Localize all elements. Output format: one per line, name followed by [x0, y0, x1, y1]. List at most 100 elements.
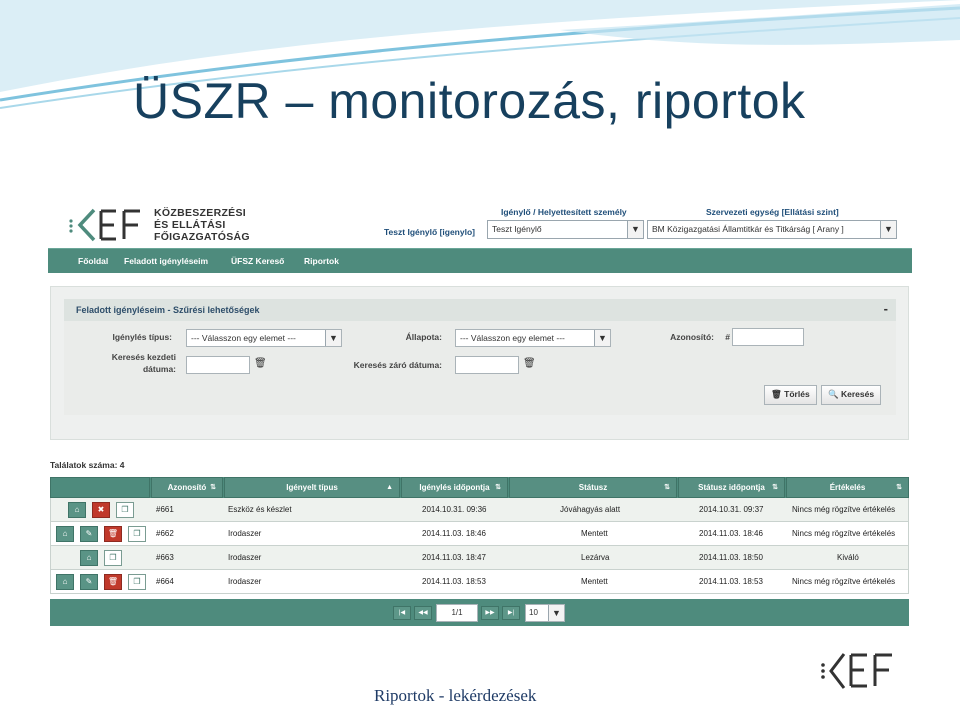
- copy-icon[interactable]: ❐: [104, 550, 122, 566]
- nav-ufsz-search[interactable]: ÜFSZ Kereső: [231, 256, 284, 266]
- id-prefix: #: [725, 332, 730, 342]
- slide-footer: Riportok - lekérdezések: [374, 686, 537, 705]
- role-label: Igénylő / Helyettesített személy: [501, 207, 627, 217]
- trash-icon[interactable]: 🗑: [523, 358, 536, 369]
- kef-logo-icon: [69, 208, 140, 242]
- copy-icon[interactable]: ❐: [128, 526, 146, 542]
- pagination-bar: |◀ ◀◀ 1/1 ▶▶ ▶| 10 ▼: [50, 599, 909, 626]
- sort-icon: ⇅: [664, 484, 670, 491]
- copy-icon[interactable]: ❐: [116, 502, 134, 518]
- nav-my-requests[interactable]: Feladott igényléseim: [124, 256, 208, 266]
- row-status: Mentett: [581, 529, 608, 538]
- state-select[interactable]: --- Válasszon egy elemet --- ▼: [455, 329, 611, 347]
- slide-title: ÜSZR – monitorozás, riportok: [133, 73, 806, 129]
- row-type: Irodaszer: [228, 577, 262, 586]
- first-page-icon[interactable]: |◀: [393, 606, 411, 620]
- column-id[interactable]: Azonosító ⇅: [151, 477, 223, 498]
- row-status: Mentett: [581, 577, 608, 586]
- role-select[interactable]: Teszt Igénylő ▼: [487, 220, 644, 239]
- close-icon[interactable]: ✖: [92, 502, 110, 518]
- table-row[interactable]: ⌂ ❐ #663 Irodaszer 2014.11.03. 18:47 Lez…: [50, 546, 909, 570]
- filter-panel-header: Feladott igényléseim - Szűrési lehetőség…: [64, 299, 896, 321]
- table-row[interactable]: ⌂ ✖ ❐ #661 Eszköz és készlet 2014.10.31.…: [50, 498, 909, 522]
- app-header: KÖZBESZERZÉSI ÉS ELLÁTÁSI FŐIGAZGATÓSÁG …: [48, 198, 912, 248]
- row-status-date: 2014.11.03. 18:46: [699, 529, 763, 538]
- nav-reports[interactable]: Riportok: [304, 256, 339, 266]
- id-input[interactable]: [732, 328, 804, 346]
- edit-icon[interactable]: ✎: [80, 574, 98, 590]
- prev-page-icon[interactable]: ◀◀: [414, 606, 432, 620]
- row-type: Irodaszer: [228, 529, 262, 538]
- row-id: #661: [156, 505, 174, 514]
- main-navbar: Főoldal Feladott igényléseim ÜFSZ Kereső…: [48, 248, 912, 273]
- agency-name: KÖZBESZERZÉSI ÉS ELLÁTÁSI FŐIGAZGATÓSÁG: [154, 207, 250, 243]
- column-status-date[interactable]: Státusz időpontja ⇅: [678, 477, 785, 498]
- row-rating: Nincs még rögzítve értékelés: [792, 505, 896, 514]
- home-icon[interactable]: ⌂: [68, 502, 86, 518]
- last-page-icon[interactable]: ▶|: [502, 606, 520, 620]
- row-id: #663: [156, 553, 174, 562]
- kef-logo-icon: [821, 653, 892, 689]
- chevron-down-icon: ▼: [325, 330, 341, 346]
- sort-icon: ⇅: [896, 484, 902, 491]
- end-date-input[interactable]: [455, 356, 519, 374]
- state-label: Állapota:: [405, 332, 442, 342]
- row-status-date: 2014.10.31. 09:37: [699, 505, 764, 514]
- trash-icon[interactable]: 🗑: [254, 358, 267, 369]
- copy-icon[interactable]: ❐: [128, 574, 146, 590]
- column-rating[interactable]: Értékelés ⇅: [786, 477, 909, 498]
- table-row[interactable]: ⌂ ✎ 🗑 ❐ #664 Irodaszer 2014.11.03. 18:53…: [50, 570, 909, 594]
- sort-asc-icon: ▲: [386, 484, 393, 491]
- home-icon[interactable]: ⌂: [80, 550, 98, 566]
- home-icon[interactable]: ⌂: [56, 526, 74, 542]
- column-actions: [50, 477, 150, 498]
- row-rating: Nincs még rögzítve értékelés: [792, 529, 896, 538]
- id-label: Azonosító:: [670, 332, 714, 342]
- sort-icon: ⇅: [772, 484, 778, 491]
- row-date: 2014.11.03. 18:47: [422, 553, 486, 562]
- row-type: Eszköz és készlet: [228, 505, 292, 514]
- clear-button[interactable]: 🗑 Törlés: [764, 385, 817, 405]
- page-size-select[interactable]: 10 ▼: [525, 604, 565, 622]
- home-icon[interactable]: ⌂: [56, 574, 74, 590]
- column-request-date[interactable]: Igénylés időpontja ⇅: [401, 477, 508, 498]
- unit-select[interactable]: BM Közigazgatási Államtitkár és Titkársá…: [647, 220, 897, 239]
- chevron-down-icon: ▼: [880, 221, 896, 238]
- results-table: Azonosító ⇅ Igényelt típus ▲ Igénylés időp…: [50, 477, 909, 594]
- current-user: Teszt Igénylő [igenylo]: [384, 227, 475, 237]
- type-label: Igénylés típus:: [112, 332, 172, 342]
- sort-icon: ⇅: [495, 484, 501, 491]
- chevron-down-icon: ▼: [627, 221, 643, 238]
- chevron-down-icon: ▼: [594, 330, 610, 346]
- app-screenshot: KÖZBESZERZÉSI ÉS ELLÁTÁSI FŐIGAZGATÓSÁG …: [48, 198, 912, 628]
- row-id: #664: [156, 577, 174, 586]
- start-date-input[interactable]: [186, 356, 250, 374]
- sort-icon: ⇅: [210, 484, 216, 491]
- row-rating: Kiváló: [837, 553, 859, 562]
- search-button[interactable]: 🔍 Keresés: [821, 385, 882, 405]
- minimize-button[interactable]: -: [884, 301, 888, 316]
- edit-icon[interactable]: ✎: [80, 526, 98, 542]
- row-date: 2014.11.03. 18:53: [422, 577, 486, 586]
- page-input[interactable]: 1/1: [436, 604, 478, 622]
- delete-icon[interactable]: 🗑: [104, 526, 122, 542]
- filter-body: Igénylés típus: --- Válasszon egy elemet…: [64, 321, 896, 415]
- type-select[interactable]: --- Válasszon egy elemet --- ▼: [186, 329, 342, 347]
- table-row[interactable]: ⌂ ✎ 🗑 ❐ #662 Irodaszer 2014.11.03. 18:46…: [50, 522, 909, 546]
- column-status[interactable]: Státusz ⇅: [509, 477, 677, 498]
- row-type: Irodaszer: [228, 553, 262, 562]
- filter-panel: Feladott igényléseim - Szűrési lehetőség…: [50, 286, 909, 440]
- trash-icon: 🗑: [771, 389, 782, 399]
- row-rating: Nincs még rögzítve értékelés: [792, 577, 896, 586]
- results-count: Találatok száma: 4: [50, 460, 125, 470]
- column-type[interactable]: Igényelt típus ▲: [224, 477, 400, 498]
- delete-icon[interactable]: 🗑: [104, 574, 122, 590]
- next-page-icon[interactable]: ▶▶: [481, 606, 499, 620]
- row-status: Jóváhagyás alatt: [560, 505, 621, 514]
- search-icon: 🔍: [828, 389, 839, 399]
- nav-home[interactable]: Főoldal: [78, 256, 108, 266]
- table-header: Azonosító ⇅ Igényelt típus ▲ Igénylés időp…: [50, 477, 909, 498]
- chevron-down-icon: ▼: [548, 605, 564, 621]
- row-status: Lezárva: [581, 553, 610, 562]
- row-id: #662: [156, 529, 174, 538]
